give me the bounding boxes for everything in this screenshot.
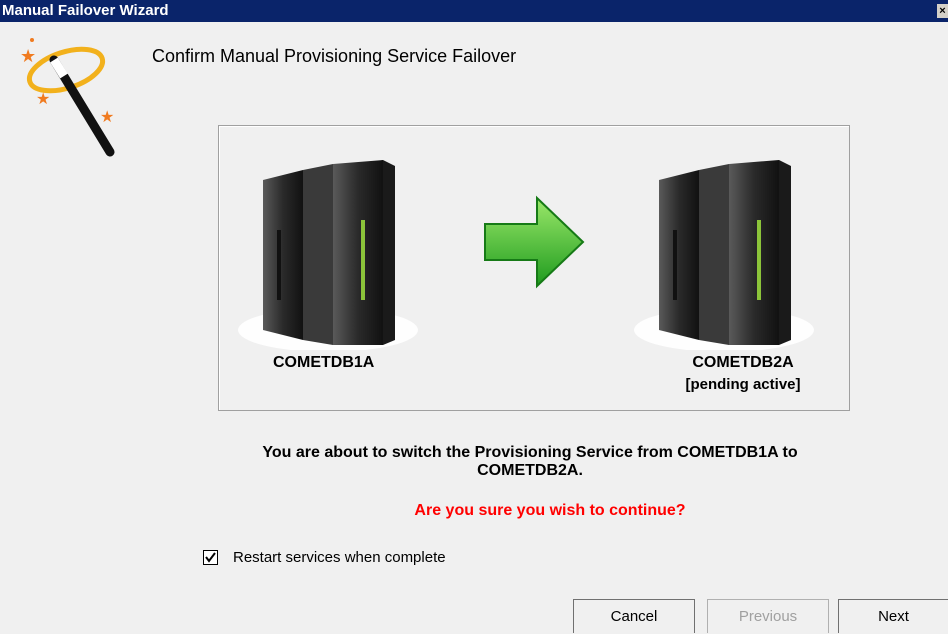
confirm-question: Are you sure you wish to continue?	[414, 502, 686, 519]
server-tower-icon	[634, 160, 814, 350]
failover-diagram: COMETDB1A COMETDB2A [pending active]	[218, 125, 850, 411]
target-status-label: [pending active]	[685, 376, 801, 393]
arrow-right-icon	[484, 195, 585, 289]
next-button[interactable]: Next	[838, 599, 948, 633]
previous-button[interactable]: Previous	[707, 599, 829, 633]
svg-text:★: ★	[36, 91, 50, 108]
server-tower-icon	[238, 160, 418, 350]
switch-message: You are about to switch the Provisioning…	[180, 444, 880, 480]
restart-services-label: Restart services when complete	[233, 549, 446, 566]
source-server-label: COMETDB1A	[273, 354, 375, 371]
restart-services-checkbox[interactable]	[203, 550, 218, 565]
svg-text:★: ★	[20, 46, 36, 66]
checkmark-icon	[205, 552, 216, 563]
svg-text:★: ★	[100, 109, 114, 126]
window-title: Manual Failover Wizard	[2, 2, 169, 19]
switch-message-line1: You are about to switch the Provisioning…	[262, 444, 798, 461]
magic-wand-icon: ★ ★ ★	[20, 38, 115, 157]
title-bar: Manual Failover Wizard ×	[0, 0, 948, 22]
switch-message-line2: COMETDB2A.	[477, 462, 583, 479]
page-title: Confirm Manual Provisioning Service Fail…	[152, 46, 517, 66]
target-server-label: COMETDB2A	[692, 354, 794, 371]
cancel-button[interactable]: Cancel	[573, 599, 695, 633]
close-button[interactable]: ×	[937, 4, 948, 18]
